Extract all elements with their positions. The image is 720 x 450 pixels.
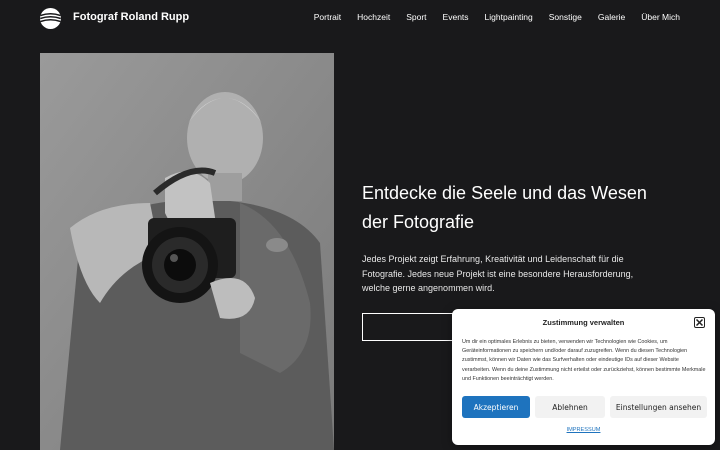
main-nav: Portrait Hochzeit Sport Events Lightpain… — [314, 12, 680, 22]
cookie-consent-dialog: Zustimmung verwalten Um dir ein optimale… — [452, 309, 715, 445]
nav-item-lightpainting[interactable]: Lightpainting — [485, 12, 533, 22]
nav-item-hochzeit[interactable]: Hochzeit — [357, 12, 390, 22]
nav-item-galerie[interactable]: Galerie — [598, 12, 625, 22]
preferences-button[interactable]: Einstellungen ansehen — [610, 396, 707, 418]
consent-buttons: Akzeptieren Ablehnen Einstellungen anseh… — [462, 396, 707, 418]
consent-text: Um dir ein optimales Erlebnis zu bieten,… — [462, 339, 706, 382]
logo-icon[interactable] — [39, 8, 62, 29]
nav-item-sport[interactable]: Sport — [406, 12, 426, 22]
site-header: Fotograf Roland Rupp Portrait Hochzeit S… — [0, 0, 720, 38]
nav-item-portrait[interactable]: Portrait — [314, 12, 341, 22]
accept-button[interactable]: Akzeptieren — [462, 396, 530, 418]
deny-button[interactable]: Ablehnen — [535, 396, 605, 418]
close-icon[interactable] — [694, 317, 705, 328]
site-title[interactable]: Fotograf Roland Rupp — [73, 11, 189, 23]
nav-item-events[interactable]: Events — [443, 12, 469, 22]
nav-item-ueber-mich[interactable]: Über Mich — [641, 12, 680, 22]
nav-item-sonstige[interactable]: Sonstige — [549, 12, 582, 22]
consent-title: Zustimmung verwalten — [542, 318, 625, 327]
photographer-portrait-image — [40, 53, 334, 450]
impressum-link[interactable]: IMPRESSUM — [452, 427, 715, 433]
hero-title: Entdecke die Seele und das Wesen der Fot… — [362, 183, 647, 232]
hero-text: Jedes Projekt zeigt Erfahrung, Kreativit… — [362, 254, 634, 293]
